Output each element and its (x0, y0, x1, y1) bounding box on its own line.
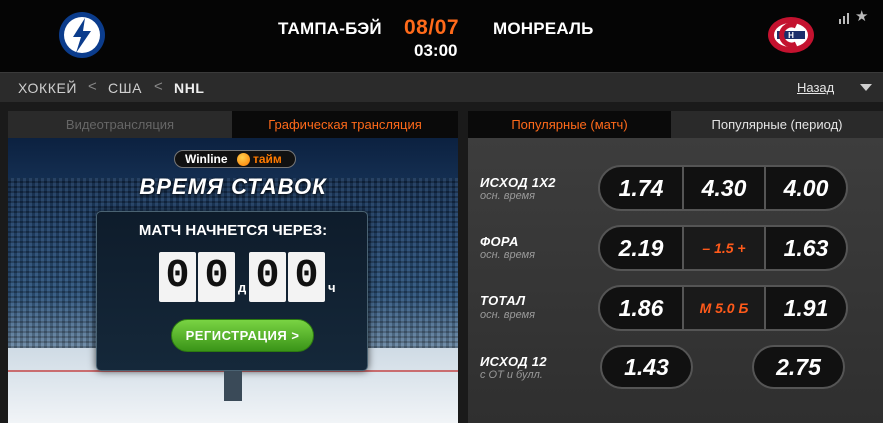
breadcrumb-item-country[interactable]: США (108, 80, 142, 96)
days-digit-2: 0 (198, 252, 235, 302)
broadcast-panel: Видеотрансляция Графическая трансляция W… (8, 111, 458, 423)
odds-row: 1.74 4.30 4.00 (598, 165, 848, 211)
market-sub: осн. время (480, 249, 536, 261)
hours-digit-2: 0 (288, 252, 325, 302)
brand-word: Winline (185, 152, 228, 166)
star-icon[interactable]: ★ (855, 9, 868, 24)
odds-panel: Популярные (матч) Популярные (период) ИС… (468, 111, 883, 423)
countdown-title: МАТЧ НАЧНЕТСЯ ЧЕРЕЗ: (138, 222, 328, 239)
breadcrumb-item-league[interactable]: NHL (174, 80, 205, 96)
chevron-left-icon: < (154, 78, 163, 95)
arena-scene: Winline тайм ВРЕМЯ СТАВОК МАТЧ НАЧНЕТСЯ … (8, 138, 458, 423)
tab-graphic-broadcast[interactable]: Графическая трансляция (232, 111, 458, 138)
brand-badge: Winline тайм (174, 150, 296, 168)
odd-button[interactable]: 1.86 (600, 287, 682, 329)
scoreboard-stand (224, 371, 242, 401)
market-label: ФОРА (480, 234, 519, 249)
tab-video-broadcast[interactable]: Видеотрансляция (8, 111, 232, 138)
market-sub: осн. время (480, 190, 536, 202)
odd-button[interactable]: 1.63 (766, 227, 846, 269)
hours-unit: ч (328, 280, 336, 295)
brand-word-accent: тайм (253, 152, 282, 166)
market-label: ТОТАЛ (480, 293, 526, 308)
chevron-left-icon: < (88, 78, 97, 95)
register-button[interactable]: РЕГИСТРАЦИЯ > (171, 319, 314, 352)
away-team-name: МОНРЕАЛЬ (493, 19, 594, 38)
odd-button[interactable]: 4.30 (682, 167, 766, 209)
match-date: 08/07 (404, 16, 460, 39)
total-value[interactable]: М 5.0 Б (682, 287, 766, 329)
match-header: ТАМПА-БЭЙ 08/07 03:00 МОНРЕАЛЬ H ★ (0, 0, 883, 72)
svg-text:H: H (788, 31, 794, 40)
tab-popular-period[interactable]: Популярные (период) (671, 111, 883, 138)
chevron-down-icon[interactable] (859, 80, 873, 94)
odd-button[interactable]: 2.19 (600, 227, 682, 269)
markets-list: ИСХОД 1Х2 осн. время 1.74 4.30 4.00 ФОРА… (468, 138, 883, 423)
odd-button[interactable]: 2.75 (752, 345, 845, 389)
bar-chart-icon[interactable] (838, 12, 850, 24)
back-link[interactable]: Назад (797, 80, 834, 95)
match-time: 03:00 (414, 41, 458, 60)
days-unit: д (238, 280, 247, 295)
market-sub: с ОТ и булл. (480, 369, 543, 381)
odd-button[interactable]: 4.00 (766, 167, 846, 209)
brand-ball-icon (237, 153, 250, 166)
handicap-value[interactable]: – 1.5 + (682, 227, 766, 269)
betting-time-title: ВРЕМЯ СТАВОК (139, 174, 327, 199)
hours-digit-1: 0 (249, 252, 286, 302)
montreal-canadiens-logo: H (768, 17, 814, 53)
tampa-bay-lightning-logo (59, 12, 105, 58)
odd-button[interactable]: 1.43 (600, 345, 693, 389)
odds-row: 1.86 М 5.0 Б 1.91 (598, 285, 848, 331)
breadcrumb: ХОККЕЙ < США < NHL Назад (0, 72, 883, 102)
odds-row: 2.19 – 1.5 + 1.63 (598, 225, 848, 271)
odd-button[interactable]: 1.91 (766, 287, 846, 329)
odd-button[interactable]: 1.74 (600, 167, 682, 209)
home-team-name: ТАМПА-БЭЙ (278, 19, 382, 38)
days-digit-1: 0 (159, 252, 196, 302)
market-label: ИСХОД 1Х2 (480, 175, 556, 190)
tab-popular-match[interactable]: Популярные (матч) (468, 111, 671, 138)
market-sub: осн. время (480, 309, 536, 321)
market-label: ИСХОД 12 (480, 354, 547, 369)
breadcrumb-item-sport[interactable]: ХОККЕЙ (18, 80, 77, 96)
countdown-board: МАТЧ НАЧНЕТСЯ ЧЕРЕЗ: 0 0 д 0 0 ч РЕГИСТР… (96, 211, 368, 371)
